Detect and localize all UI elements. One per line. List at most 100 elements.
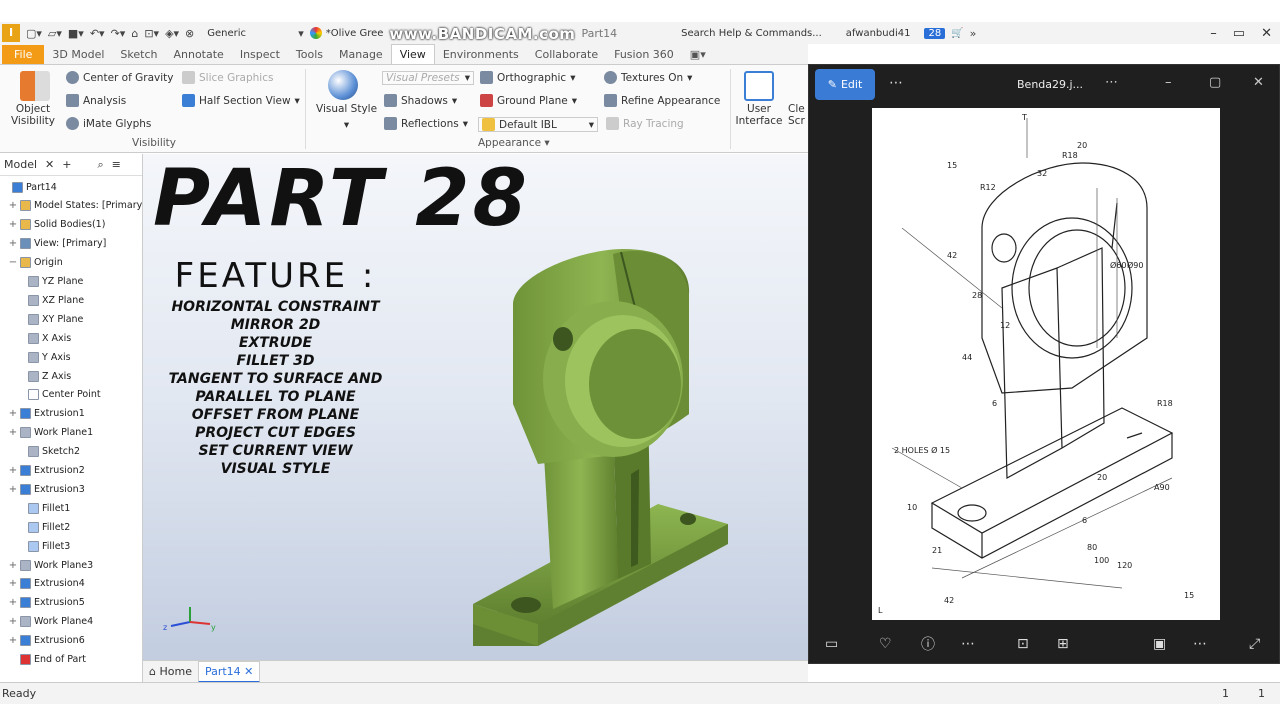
expand-toggle-icon[interactable]: + [8,427,18,438]
browser-item[interactable]: + Extrusion2 [8,462,85,480]
browser-item[interactable]: + Extrusion3 [8,480,85,498]
tab-3d-model[interactable]: 3D Model [44,45,112,64]
browser-item[interactable]: + Model States: [Primary] [8,197,146,215]
more-icon[interactable]: ⋯ [1193,636,1207,652]
visual-style-button[interactable]: Visual Style ▾ [316,103,377,131]
expand-toggle-icon[interactable]: + [8,408,18,419]
tab-file[interactable]: File [2,45,45,64]
save-icon[interactable]: ■▾ [68,27,84,40]
undo-icon[interactable]: ↶▾ [90,27,105,40]
material-icon[interactable]: ◈▾ [165,27,179,40]
clear-override-icon[interactable]: ⊗ [185,27,194,40]
tab-inspect[interactable]: Inspect [232,45,288,64]
more-icon[interactable]: ⋯ [961,636,975,652]
browser-item[interactable]: + Solid Bodies(1) [8,216,105,234]
expand-toggle-icon[interactable]: + [8,484,18,495]
home-icon[interactable]: ⌂ [131,27,138,40]
close-button[interactable]: ✕ [1253,75,1264,90]
tab-annotate[interactable]: Annotate [165,45,231,64]
user-interface-icon[interactable] [744,71,774,101]
textures-on-button[interactable]: Textures On ▾ [604,71,692,84]
trial-timer[interactable]: 28 [924,27,946,39]
tab-view[interactable]: View [390,44,435,64]
cart-icon[interactable]: 🛒 [951,28,963,39]
shadows-button[interactable]: Shadows ▾ [384,94,457,107]
minimize-button[interactable]: – [1165,75,1172,90]
browser-item[interactable]: + Extrusion5 [8,594,85,612]
user-account[interactable]: afwanbudi41 [846,28,911,39]
maximize-button[interactable]: ▭ [1233,26,1245,41]
user-interface-button[interactable]: User Interface [734,103,784,127]
tab-collaborate[interactable]: Collaborate [527,45,606,64]
graphics-viewport[interactable]: PART 28 FEATURE : HORIZONTAL CONSTRAINT M… [143,154,808,660]
fit-window-icon[interactable]: ▣ [1153,636,1166,652]
more-icon[interactable]: » [970,27,977,40]
home-tab[interactable]: ⌂ Home [143,662,198,681]
visual-search-icon[interactable]: ⊡ [1017,636,1029,652]
material-combo[interactable]: *Olive Gree [326,28,384,39]
tab-fusion-360[interactable]: Fusion 360 [606,45,682,64]
appearance-combo[interactable]: Generic [202,26,292,41]
analysis-button[interactable]: Analysis [66,94,126,107]
visual-style-icon[interactable] [328,70,358,100]
tab-environments[interactable]: Environments [435,45,527,64]
imate-glyphs-button[interactable]: iMate Glyphs [66,117,151,130]
expand-toggle-icon[interactable]: + [8,597,18,608]
inventor-logo[interactable]: I [2,24,20,42]
browser-item[interactable]: + Extrusion6 [8,632,85,650]
expand-toggle-icon[interactable]: + [8,616,18,627]
browser-item[interactable]: Z Axis [16,367,71,385]
fullscreen-icon[interactable]: ⤢ [1249,636,1260,652]
orthographic-button[interactable]: Orthographic ▾ [480,71,576,84]
search-icon[interactable]: ⌕ [97,158,103,172]
model-tab[interactable]: Model [4,158,37,171]
more-options-icon[interactable]: ⋯ [889,75,903,91]
browser-item[interactable]: Part14 [0,178,57,196]
expand-toggle-icon[interactable]: + [8,635,18,646]
new-icon[interactable]: ▢▾ [26,27,42,40]
edit-button[interactable]: ✎ Edit [815,69,875,100]
minimize-button[interactable]: – [1210,26,1217,41]
more-icon[interactable]: ⋯ [1105,75,1118,90]
refine-appearance-button[interactable]: Refine Appearance [604,94,720,107]
search-box[interactable]: Search Help & Commands... [681,28,822,39]
expand-toggle-icon[interactable]: + [8,200,18,211]
expand-toggle-icon[interactable]: + [8,238,18,249]
expand-toggle-icon[interactable]: + [8,578,18,589]
close-icon[interactable]: ✕ [45,158,54,171]
default-ibl-combo[interactable]: Default IBL ▾ [478,117,598,132]
info-icon[interactable]: ⓘ [921,634,935,654]
menu-icon[interactable]: ≡ [112,158,121,171]
browser-item[interactable]: + Work Plane1 [8,424,93,442]
browser-item[interactable]: + Extrusion1 [8,405,85,423]
reflections-button[interactable]: Reflections ▾ [384,117,468,130]
browser-item[interactable]: Fillet2 [16,518,70,536]
tab-manage[interactable]: Manage [331,45,391,64]
ground-plane-button[interactable]: Ground Plane ▾ [480,94,577,107]
browser-item[interactable]: XZ Plane [16,291,84,309]
dropdown-arrow-icon[interactable]: ▾ [298,27,304,40]
browser-item[interactable]: X Axis [16,329,71,347]
browser-item[interactable]: End of Part [8,651,86,669]
favorite-icon[interactable]: ♡ [879,636,892,652]
browser-item[interactable]: + View: [Primary] [8,235,106,253]
browser-item[interactable]: Sketch2 [16,443,80,461]
expand-toggle-icon[interactable]: − [8,257,18,268]
object-visibility-button[interactable]: Object Visibility [8,103,58,127]
redo-icon[interactable]: ↷▾ [111,27,126,40]
close-button[interactable]: ✕ [1261,26,1272,41]
open-icon[interactable]: ▱▾ [48,27,62,40]
scan-text-icon[interactable]: ⊞ [1057,636,1069,652]
browser-item[interactable]: Fillet3 [16,537,70,555]
browser-item[interactable]: YZ Plane [16,273,83,291]
browser-item[interactable]: + Extrusion4 [8,575,85,593]
view-triad-icon[interactable]: z y [163,604,218,634]
part-tab[interactable]: Part14 ✕ [197,660,261,683]
clean-screen-button[interactable]: Cle Scr [788,103,808,127]
expand-toggle-icon[interactable]: + [8,560,18,571]
object-visibility-icon[interactable] [20,71,50,101]
pillow-block-model[interactable] [143,154,808,660]
maximize-button[interactable]: ▢ [1209,75,1221,90]
half-section-view-button[interactable]: Half Section View ▾ [182,94,300,107]
center-of-gravity-button[interactable]: Center of Gravity [66,71,174,84]
